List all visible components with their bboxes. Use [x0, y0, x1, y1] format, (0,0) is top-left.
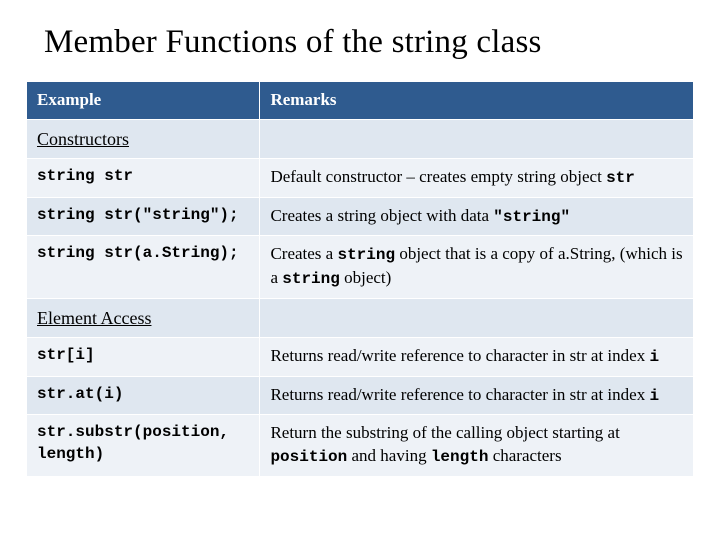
remarks-cell: Creates a string object with data "strin…: [260, 197, 694, 236]
table-row: string str Default constructor – creates…: [27, 159, 694, 198]
reference-table: Example Remarks Constructors string str …: [26, 81, 694, 477]
table-row: str.at(i) Returns read/write reference t…: [27, 376, 694, 415]
remarks-cell: Returns read/write reference to characte…: [260, 376, 694, 415]
remarks-cell: Default constructor – creates empty stri…: [260, 159, 694, 198]
table-row: string str("string"); Creates a string o…: [27, 197, 694, 236]
col-header-example: Example: [27, 82, 260, 120]
table-row: str.substr(position, length) Return the …: [27, 415, 694, 477]
section-empty-cell: [260, 119, 694, 158]
example-cell: str.substr(position, length): [27, 415, 260, 477]
remarks-cell: Return the substring of the calling obje…: [260, 415, 694, 477]
table-header-row: Example Remarks: [27, 82, 694, 120]
example-cell: str.at(i): [27, 376, 260, 415]
section-row-constructors: Constructors: [27, 119, 694, 158]
page-title: Member Functions of the string class: [44, 24, 694, 61]
section-title: Element Access: [27, 298, 260, 337]
example-cell: str[i]: [27, 337, 260, 376]
remarks-cell: Returns read/write reference to characte…: [260, 337, 694, 376]
example-cell: string str("string");: [27, 197, 260, 236]
section-title: Constructors: [27, 119, 260, 158]
example-cell: string str(a.String);: [27, 236, 260, 298]
remarks-cell: Creates a string object that is a copy o…: [260, 236, 694, 298]
section-empty-cell: [260, 298, 694, 337]
section-row-element-access: Element Access: [27, 298, 694, 337]
table-row: string str(a.String); Creates a string o…: [27, 236, 694, 298]
example-cell: string str: [27, 159, 260, 198]
table-row: str[i] Returns read/write reference to c…: [27, 337, 694, 376]
col-header-remarks: Remarks: [260, 82, 694, 120]
